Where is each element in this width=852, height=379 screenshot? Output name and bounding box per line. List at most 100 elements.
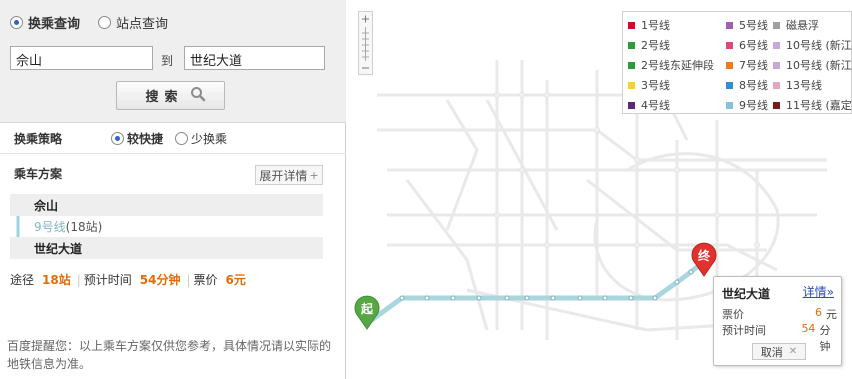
popup-price-row: 票价 6 元 [722,306,840,322]
strategy-fast-label: 较快捷 [127,132,164,146]
zoom-control[interactable] [358,11,373,75]
via-label: 途径 [10,273,35,287]
search-box: 换乘查询 站点查询 佘山 到 世纪大道 搜索 [0,0,346,123]
legend-swatch [628,101,635,109]
legend-swatch [773,101,780,109]
start-marker[interactable]: 起 [353,294,381,330]
legend-swatch [628,21,635,29]
strategy-title: 换乘策略 [14,132,63,146]
legend-swatch [726,21,733,29]
legend-label: 2号线东延伸段 [641,59,714,72]
transfer-strategy: 换乘策略 较快捷 少换乘 [0,124,346,154]
legend-item: 7号线 [726,57,768,73]
popup-detail-link[interactable]: 详情» [803,283,834,300]
start-marker-label: 起 [360,302,373,316]
strategy-fast-option[interactable]: 较快捷 [111,130,163,147]
legend-label: 3号线 [641,79,670,92]
end-marker[interactable]: 终 [690,241,718,277]
legend-label: 11号线 (嘉定 [786,99,852,112]
legend-swatch [628,41,635,49]
legend-swatch [628,61,635,69]
to-label: 到 [161,54,174,68]
route-line-info: 9号线 (18站) [10,216,323,237]
from-input[interactable]: 佘山 [10,46,153,70]
legend-swatch [726,101,733,109]
disclaimer-text: 百度提醒您：以上乘车方案仅供您参考，具体情况请以实际的地铁信息为准。 [7,339,332,371]
expand-details-button[interactable]: 展开详情 + [255,165,323,185]
legend-item: 4号线 [628,97,670,113]
strategy-less-transfer-option[interactable]: 少换乘 [175,130,227,147]
route-panel: 换乘查询 站点查询 佘山 到 世纪大道 搜索 换乘策略 较快捷 少换乘 乘车方案… [0,0,346,379]
legend-label: 2号线 [641,39,670,52]
legend-swatch [773,61,780,69]
legend-swatch [726,41,733,49]
price-value: 6元 [225,273,246,287]
legend-swatch [773,41,780,49]
legend-item: 11号线 (嘉定 [773,97,852,113]
legend-swatch [773,21,780,29]
route-line-name[interactable]: 9号线 [34,218,66,235]
strategy-less-transfer-radio[interactable] [175,132,189,145]
radio-station-query[interactable] [98,16,112,29]
radio-transfer-label[interactable]: 换乘查询 [28,13,80,32]
legend-item: 9号线 [726,97,768,113]
legend-label: 13号线 [786,79,822,92]
popup-price-label: 票价 [722,308,744,321]
legend-swatch [726,81,733,89]
divider: | [186,272,191,287]
radio-station-label[interactable]: 站点查询 [116,13,168,32]
to-input[interactable]: 世纪大道 [184,46,325,70]
legend-swatch [726,61,733,69]
legend-label: 7号线 [739,59,768,72]
plus-icon: + [309,168,319,182]
legend-item: 磁悬浮 [773,17,819,33]
end-marker-label: 终 [697,249,710,263]
legend-label: 6号线 [739,39,768,52]
station-info-popup: 世纪大道 详情» 票价 6 元 预计时间 54 分钟 取消 ✕ [713,276,842,366]
subway-map[interactable]: 1号线 5号线 磁悬浮 2号线 6号线 10号线 (新江 2号线东延伸段 7号线 10号线 (新… [347,0,852,379]
route-end-station[interactable]: 世纪大道 [10,237,323,259]
legend-item: 10号线 (新江 [773,37,852,53]
popup-cancel-label: 取消 [760,345,783,359]
legend-item: 8号线 [726,77,768,93]
strategy-less-transfer-label: 少换乘 [191,132,228,146]
popup-price-unit: 元 [826,308,837,321]
popup-price-value: 6 [815,306,822,319]
legend-label: 5号线 [739,19,768,32]
route-summary: 途径 18站 | 预计时间 54分钟 | 票价 6元 [10,271,249,288]
radio-transfer-query[interactable] [10,16,23,29]
legend-item: 1号线 [628,17,670,33]
strategy-fast-radio[interactable] [111,132,124,145]
line-legend: 1号线 5号线 磁悬浮 2号线 6号线 10号线 (新江 2号线东延伸段 7号线 10号线 (新… [622,11,852,114]
route-plan: 佘山 9号线 (18站) 世纪大道 [10,194,323,259]
popup-time-unit: 分钟 [819,324,831,353]
legend-label: 1号线 [641,19,670,32]
legend-label: 9号线 [739,99,768,112]
magnifier-icon [190,86,206,105]
legend-swatch [773,81,780,89]
via-value: 18站 [42,273,71,287]
line-9-route [367,260,705,325]
legend-item: 2号线 [628,37,670,53]
route-station-count: (18站) [65,220,103,234]
search-button-label: 搜索 [145,90,184,105]
query-mode: 换乘查询 站点查询 [10,13,186,32]
legend-label: 10号线 (新江 [786,59,852,72]
time-value: 54分钟 [139,273,181,287]
search-button[interactable]: 搜索 [116,81,225,110]
legend-swatch [628,81,635,89]
plan-title: 乘车方案 [14,167,63,181]
legend-item: 5号线 [726,17,768,33]
expand-details-label: 展开详情 [259,168,308,183]
route-start-station[interactable]: 佘山 [10,194,323,216]
legend-item: 3号线 [628,77,670,93]
legend-label: 8号线 [739,79,768,92]
price-label: 票价 [193,273,218,287]
close-icon: ✕ [788,346,798,357]
legend-label: 磁悬浮 [786,19,819,32]
legend-item: 10号线 (新江 [773,57,852,73]
legend-item: 2号线东延伸段 [628,57,714,73]
legend-item: 6号线 [726,37,768,53]
popup-cancel-button[interactable]: 取消 ✕ [752,343,806,360]
legend-item: 13号线 [773,77,822,93]
